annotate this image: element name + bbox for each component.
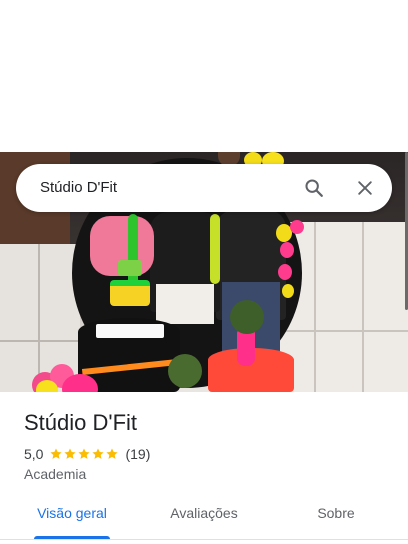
place-category[interactable]: Academia <box>24 466 86 482</box>
place-title: Stúdio D'Fit <box>24 410 138 435</box>
rating-row[interactable]: 5,0 (19) <box>24 445 150 463</box>
place-info-panel: Stúdio D'Fit 5,0 (19) Academia Visão ger… <box>0 392 408 544</box>
close-icon <box>358 181 372 195</box>
photo-balloon <box>282 284 294 298</box>
close-button[interactable] <box>349 172 381 204</box>
blank-area <box>0 0 408 152</box>
search-input[interactable]: Stúdio D'Fit <box>40 164 117 212</box>
tab-active-indicator <box>34 536 110 539</box>
photo-balloon <box>278 264 292 280</box>
review-count[interactable]: (19) <box>125 446 150 462</box>
star-icon <box>106 448 119 459</box>
photo-balloon <box>290 220 304 234</box>
photo-cake-topper <box>118 260 142 276</box>
tab-divider <box>0 539 408 540</box>
photo-tray <box>96 324 164 338</box>
rating-stars <box>49 447 119 461</box>
search-icon <box>305 179 323 197</box>
photo-cake <box>110 280 150 306</box>
tab-bar: Visão geral Avaliações Sobre <box>0 500 408 544</box>
tab-reviews[interactable]: Avaliações <box>156 500 252 544</box>
photo-balloon <box>280 242 294 258</box>
star-icon <box>78 448 91 459</box>
photo-garland <box>210 214 220 284</box>
search-bar[interactable]: Stúdio D'Fit <box>16 164 392 212</box>
star-icon <box>64 448 77 459</box>
rating-value: 5,0 <box>24 446 44 462</box>
star-icon <box>50 448 63 459</box>
tab-about[interactable]: Sobre <box>288 500 384 544</box>
photo-person-shorts <box>156 284 214 324</box>
star-icon <box>92 448 105 459</box>
photo-plant <box>168 354 202 388</box>
photo-vase <box>237 330 255 366</box>
search-button[interactable] <box>298 172 330 204</box>
photo-plant <box>230 300 264 334</box>
